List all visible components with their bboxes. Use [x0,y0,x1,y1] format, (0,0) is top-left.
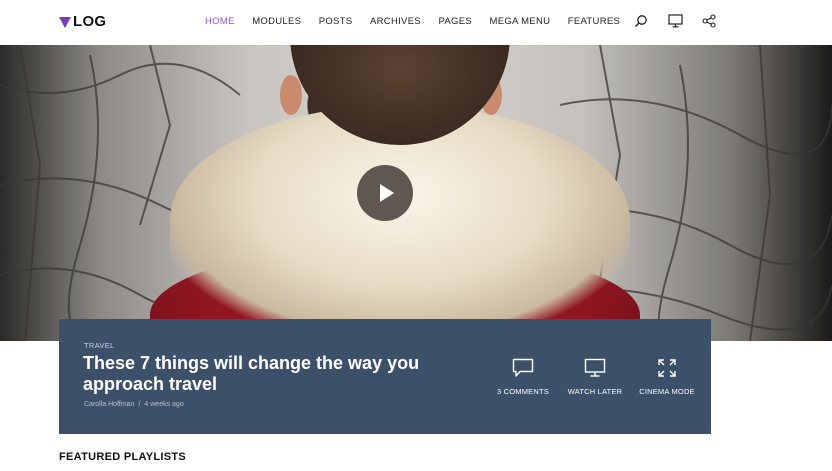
monitor-icon [582,357,608,379]
post-category[interactable]: TRAVEL [84,341,114,350]
post-actions: 3 COMMENTS WATCH LATER CINEMA MODE [487,357,703,396]
expand-icon [654,357,680,379]
nav-item-archives[interactable]: ARCHIVES [370,16,421,27]
share-icon[interactable] [700,12,718,30]
nav-item-features[interactable]: FEATURES [568,16,620,27]
cinema-mode-button[interactable]: CINEMA MODE [631,357,703,396]
ear-left [280,75,302,115]
logo-v-mark [59,16,71,28]
post-date: 4 weeks ago [144,401,184,408]
hero-video[interactable] [0,45,832,341]
search-icon[interactable] [632,12,650,30]
comment-icon [510,357,536,379]
nav-item-mega-menu[interactable]: MEGA MENU [490,16,551,27]
comments-button[interactable]: 3 COMMENTS [487,357,559,396]
post-author[interactable]: Carolla Hoffman [84,401,134,408]
logo[interactable]: LOG [59,13,106,30]
nav-item-home[interactable]: HOME [205,16,235,27]
nav-item-posts[interactable]: POSTS [319,16,353,27]
logo-text: LOG [73,13,107,30]
nav-item-modules[interactable]: MODULES [252,16,301,27]
comments-label: 3 COMMENTS [496,387,549,396]
featured-playlists-heading: FEATURED PLAYLISTS [59,451,187,463]
watch-later-label: WATCH LATER [567,387,623,396]
post-title[interactable]: These 7 things will change the way you a… [83,353,453,395]
main-nav: HOME MODULES POSTS ARCHIVES PAGES MEGA M… [205,16,638,27]
play-button[interactable] [357,165,413,221]
cinema-mode-label: CINEMA MODE [639,387,695,396]
site-header: LOG HOME MODULES POSTS ARCHIVES PAGES ME… [0,0,832,45]
header-icons [632,12,718,30]
post-meta: Carolla Hoffman /4 weeks ago [84,401,184,408]
meta-separator: / [138,401,141,408]
watch-later-button[interactable]: WATCH LATER [559,357,631,396]
post-info-panel: TRAVEL These 7 things will change the wa… [59,319,711,434]
monitor-icon[interactable] [666,12,684,30]
nav-item-pages[interactable]: PAGES [438,16,472,27]
play-icon [380,184,394,202]
